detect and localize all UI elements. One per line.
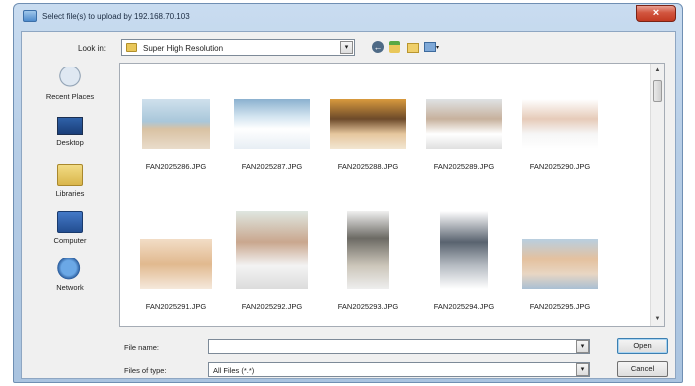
file-thumbnail[interactable]: FAN2025287.JPG xyxy=(224,99,320,199)
file-type-label: Files of type: xyxy=(124,366,167,375)
computer-icon xyxy=(57,211,83,233)
file-thumbnail[interactable]: FAN2025288.JPG xyxy=(320,99,416,199)
new-folder-icon xyxy=(407,43,419,53)
file-type-value: All Files (*.*) xyxy=(213,366,255,375)
file-thumbnail[interactable]: FAN2025289.JPG xyxy=(416,99,512,199)
cancel-button[interactable]: Cancel xyxy=(617,361,668,377)
place-label: Network xyxy=(56,283,84,292)
file-name: FAN2025290.JPG xyxy=(529,162,591,171)
file-name: FAN2025286.JPG xyxy=(145,162,207,171)
file-thumbnail[interactable]: FAN2025291.JPG xyxy=(128,239,224,339)
back-button[interactable]: ← xyxy=(371,40,386,55)
photo-thumbnail xyxy=(140,239,212,289)
photo-thumbnail xyxy=(347,211,389,289)
close-button[interactable]: × xyxy=(636,5,676,22)
window-title: Select file(s) to upload by 192.168.70.1… xyxy=(42,12,190,21)
file-thumbnail[interactable]: FAN2025294.JPG xyxy=(416,211,512,311)
up-folder-icon xyxy=(389,41,400,53)
file-name: FAN2025291.JPG xyxy=(145,302,207,311)
file-name-label: File name: xyxy=(124,343,160,352)
place-label: Libraries xyxy=(55,189,85,198)
file-thumbnail[interactable]: FAN2025286.JPG xyxy=(128,99,224,199)
place-computer[interactable]: Computer xyxy=(29,211,111,255)
file-name: FAN2025295.JPG xyxy=(529,302,591,311)
chevron-down-icon[interactable]: ▾ xyxy=(340,41,353,54)
photo-thumbnail xyxy=(330,99,406,149)
folder-icon xyxy=(126,43,137,52)
back-arrow-icon: ← xyxy=(372,41,384,53)
file-thumbnail[interactable]: FAN2025290.JPG xyxy=(512,99,608,199)
file-name-input[interactable]: ▾ xyxy=(208,339,590,354)
view-icon xyxy=(424,42,436,52)
file-name: FAN2025293.JPG xyxy=(337,302,399,311)
libraries-icon xyxy=(57,164,83,186)
file-thumbnail[interactable]: FAN2025295.JPG xyxy=(512,239,608,339)
file-name: FAN2025289.JPG xyxy=(433,162,495,171)
chevron-down-icon[interactable]: ▾ xyxy=(576,363,589,376)
scroll-up-icon[interactable]: ▲ xyxy=(651,64,664,77)
file-upload-dialog: Select file(s) to upload by 192.168.70.1… xyxy=(13,3,683,383)
place-label: Recent Places xyxy=(45,92,95,101)
place-desktop[interactable]: Desktop xyxy=(29,117,111,161)
look-in-label: Look in: xyxy=(78,44,107,53)
place-recent-places[interactable]: Recent Places xyxy=(29,67,111,111)
chevron-down-icon[interactable]: ▾ xyxy=(576,340,589,353)
photo-thumbnail xyxy=(522,99,598,149)
place-libraries[interactable]: Libraries xyxy=(29,164,111,208)
chevron-down-icon: ▾ xyxy=(436,45,440,51)
photo-thumbnail xyxy=(142,99,210,149)
desktop-icon xyxy=(57,117,83,135)
file-thumbnail[interactable]: FAN2025292.JPG xyxy=(224,211,320,311)
window-icon xyxy=(23,10,37,22)
place-label: Computer xyxy=(53,236,87,245)
file-name: FAN2025292.JPG xyxy=(241,302,303,311)
file-name: FAN2025287.JPG xyxy=(241,162,303,171)
places-bar: Recent Places Desktop Libraries Computer… xyxy=(29,63,111,328)
photo-thumbnail xyxy=(522,239,598,289)
place-label: Desktop xyxy=(56,138,84,147)
title-bar[interactable]: Select file(s) to upload by 192.168.70.1… xyxy=(14,4,682,30)
file-name: FAN2025288.JPG xyxy=(337,162,399,171)
scrollbar-thumb[interactable] xyxy=(653,80,662,102)
file-name: FAN2025294.JPG xyxy=(433,302,495,311)
photo-thumbnail xyxy=(234,99,310,149)
place-network[interactable]: Network xyxy=(29,258,111,302)
look-in-value: Super High Resolution xyxy=(143,44,224,53)
dialog-body: Look in: Super High Resolution ▾ ← ▾ Rec… xyxy=(21,31,676,379)
photo-thumbnail xyxy=(426,99,502,149)
file-type-dropdown[interactable]: All Files (*.*) ▾ xyxy=(208,362,590,377)
open-button[interactable]: Open xyxy=(617,338,668,354)
vertical-scrollbar[interactable]: ▲ ▼ xyxy=(650,64,664,326)
file-thumbnail[interactable]: FAN2025293.JPG xyxy=(320,211,416,311)
photo-thumbnail xyxy=(440,211,488,289)
look-in-dropdown[interactable]: Super High Resolution ▾ xyxy=(121,39,355,56)
file-list[interactable]: FAN2025286.JPG FAN2025287.JPG FAN2025288… xyxy=(119,63,665,327)
up-one-level-button[interactable] xyxy=(388,40,403,55)
photo-thumbnail xyxy=(236,211,308,289)
view-menu-button[interactable]: ▾ xyxy=(424,40,446,55)
recent-places-icon xyxy=(57,67,83,89)
new-folder-button[interactable] xyxy=(406,40,421,55)
network-icon xyxy=(57,258,83,280)
scroll-down-icon[interactable]: ▼ xyxy=(651,313,664,326)
